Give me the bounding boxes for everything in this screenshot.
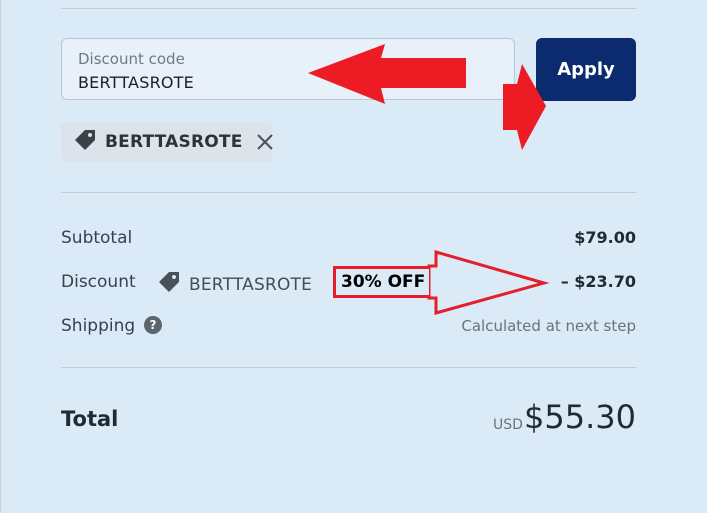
red-arrow-icon xyxy=(427,250,550,315)
red-arrow-icon xyxy=(308,44,466,104)
red-arrow-icon xyxy=(503,64,546,150)
annotation-overlay xyxy=(308,44,550,315)
promo-annotation-label: 30% OFF xyxy=(333,266,429,298)
